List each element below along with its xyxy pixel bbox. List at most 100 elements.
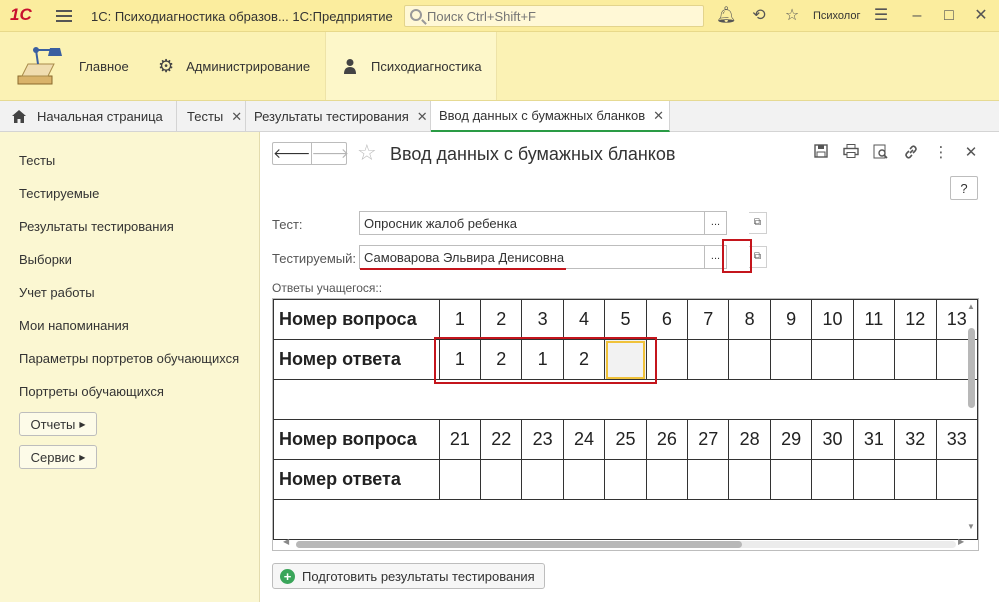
print-icon[interactable]	[842, 144, 860, 162]
save-icon[interactable]	[812, 144, 830, 162]
scroll-right-icon[interactable]: ▶	[958, 537, 964, 546]
scroll-down-icon[interactable]: ▼	[967, 522, 975, 531]
answer-cell[interactable]	[769, 339, 813, 380]
subject-field[interactable]: Самоварова Эльвира Денисовна ...	[359, 245, 727, 269]
preview-search-icon[interactable]	[872, 144, 890, 162]
spacer-cell	[273, 379, 978, 420]
open-tabs-bar: Начальная страница Тесты ✕ Результаты те…	[0, 101, 999, 132]
answer-cell[interactable]	[728, 459, 771, 500]
answer-cell[interactable]	[811, 339, 854, 380]
close-tab-icon[interactable]: ✕	[417, 109, 428, 125]
answer-cell[interactable]	[894, 339, 937, 380]
form-title: Ввод данных с бумажных бланков	[390, 144, 676, 164]
question-cell: 8	[728, 299, 771, 340]
service-button[interactable]: Сервис ▶	[19, 445, 97, 469]
prepare-results-label: Подготовить результаты тестирования	[302, 568, 535, 584]
menu-icon[interactable]	[56, 7, 72, 25]
close-icon[interactable]: ✕	[972, 7, 990, 25]
answers-grid[interactable]: Номер вопроса 1 2 3 4 5 6 7 8 9 10 11 12…	[272, 298, 979, 551]
nav-samples[interactable]: Выборки	[19, 252, 72, 267]
question-cell: 30	[811, 419, 854, 460]
answer-cell[interactable]	[852, 459, 896, 500]
section-main[interactable]: Главное	[14, 32, 154, 100]
open-test-icon[interactable]: ⧉	[749, 212, 767, 234]
help-button[interactable]: ?	[950, 176, 978, 200]
vertical-scrollbar[interactable]: ▲ ▼	[964, 302, 978, 536]
nav-subjects[interactable]: Тестируемые	[19, 186, 99, 201]
service-label: Сервис	[30, 449, 76, 465]
answer-cell[interactable]	[728, 339, 771, 380]
close-form-icon[interactable]: ✕	[962, 144, 980, 162]
horizontal-scrollbar[interactable]: ◀ ▶	[281, 537, 969, 550]
tab-results[interactable]: Результаты тестирования ✕	[246, 101, 431, 132]
answers-label: Ответы учащегося::	[272, 281, 383, 295]
nav-portraits[interactable]: Портреты обучающихся	[19, 384, 164, 399]
answer-cell[interactable]	[480, 459, 523, 500]
question-row: Номер вопроса 1 2 3 4 5 6 7 8 9 10 11 12…	[273, 299, 978, 340]
search-input[interactable]	[427, 8, 697, 25]
user-name[interactable]: Психолог	[813, 10, 860, 22]
answer-cell[interactable]	[811, 459, 854, 500]
answer-cell[interactable]	[769, 459, 813, 500]
prepare-results-button[interactable]: + Подготовить результаты тестирования	[272, 563, 545, 589]
answer-cell[interactable]	[645, 459, 689, 500]
answer-cell[interactable]	[687, 339, 730, 380]
minimize-icon[interactable]: –	[908, 7, 926, 25]
star-icon[interactable]: ☆	[783, 7, 801, 25]
triangle-right-icon: ▶	[79, 419, 86, 429]
annotation-underline	[360, 268, 566, 270]
history-icon[interactable]: ⟲	[750, 7, 768, 25]
nav-test-results[interactable]: Результаты тестирования	[19, 219, 174, 234]
scroll-up-icon[interactable]: ▲	[967, 302, 975, 311]
paper-input-form: 🡐 🡒 ☆ Ввод данных с бумажных бланков ⋮ ✕…	[261, 132, 999, 602]
answer-header: Номер ответа	[273, 459, 440, 500]
settings-menu-icon[interactable]: ☰	[872, 7, 890, 25]
question-cell: 7	[687, 299, 730, 340]
answer-cell[interactable]	[521, 459, 564, 500]
question-cell: 31	[852, 419, 896, 460]
sections-panel: Главное ⚙ Администрирование Психодиагнос…	[0, 32, 999, 101]
title-bar: 1С 1С: Психодиагностика образов... 1С:Пр…	[0, 0, 999, 32]
nav-work-log[interactable]: Учет работы	[19, 285, 95, 300]
section-admin[interactable]: ⚙ Администрирование	[158, 32, 324, 100]
select-test-button[interactable]: ...	[704, 212, 726, 234]
horizontal-scroll-thumb[interactable]	[296, 541, 742, 548]
question-cell: 25	[604, 419, 647, 460]
tab-home[interactable]: Начальная страница	[0, 101, 177, 132]
reports-button[interactable]: Отчеты ▶	[19, 412, 97, 436]
spacer-cell	[273, 499, 978, 540]
section-psychodiagnostics[interactable]: Психодиагностика	[325, 32, 497, 100]
close-tab-icon[interactable]: ✕	[231, 109, 242, 125]
subject-value: Самоварова Эльвира Денисовна	[364, 250, 565, 265]
close-tab-icon[interactable]: ✕	[653, 108, 664, 124]
tab-paper-input[interactable]: Ввод данных с бумажных бланков ✕	[431, 101, 670, 132]
answer-cell[interactable]	[438, 459, 482, 500]
favorite-star-icon[interactable]: ☆	[357, 140, 377, 166]
answers-table: Номер вопроса 1 2 3 4 5 6 7 8 9 10 11 12…	[273, 299, 978, 540]
tab-tests[interactable]: Тесты ✕	[177, 101, 246, 132]
link-icon[interactable]	[902, 144, 920, 162]
nav-portrait-params[interactable]: Параметры портретов обучающихся	[19, 351, 239, 366]
question-cell: 28	[728, 419, 771, 460]
answer-cell[interactable]	[852, 339, 896, 380]
question-cell: 1	[438, 299, 482, 340]
answer-cell[interactable]	[894, 459, 937, 500]
question-cell: 32	[894, 419, 937, 460]
more-actions-icon[interactable]: ⋮	[932, 144, 950, 162]
search-box[interactable]	[404, 5, 704, 27]
nav-reminders[interactable]: Мои напоминания	[19, 318, 129, 333]
test-field[interactable]: Опросник жалоб ребенка ...	[359, 211, 727, 235]
maximize-icon[interactable]: □	[940, 7, 958, 25]
nav-tests[interactable]: Тесты	[19, 153, 55, 168]
tab-label: Результаты тестирования	[254, 109, 409, 124]
answer-cell[interactable]	[687, 459, 730, 500]
plus-circle-icon: +	[280, 568, 295, 584]
scroll-left-icon[interactable]: ◀	[283, 537, 289, 546]
question-cell: 6	[645, 299, 689, 340]
vertical-scroll-thumb[interactable]	[968, 328, 975, 408]
answer-cell[interactable]	[562, 459, 606, 500]
forward-arrow-icon[interactable]: 🡒	[312, 143, 350, 164]
answer-cell[interactable]	[604, 459, 647, 500]
bell-icon[interactable]: 🔔︎	[716, 7, 736, 25]
back-arrow-icon[interactable]: 🡐	[273, 143, 312, 164]
